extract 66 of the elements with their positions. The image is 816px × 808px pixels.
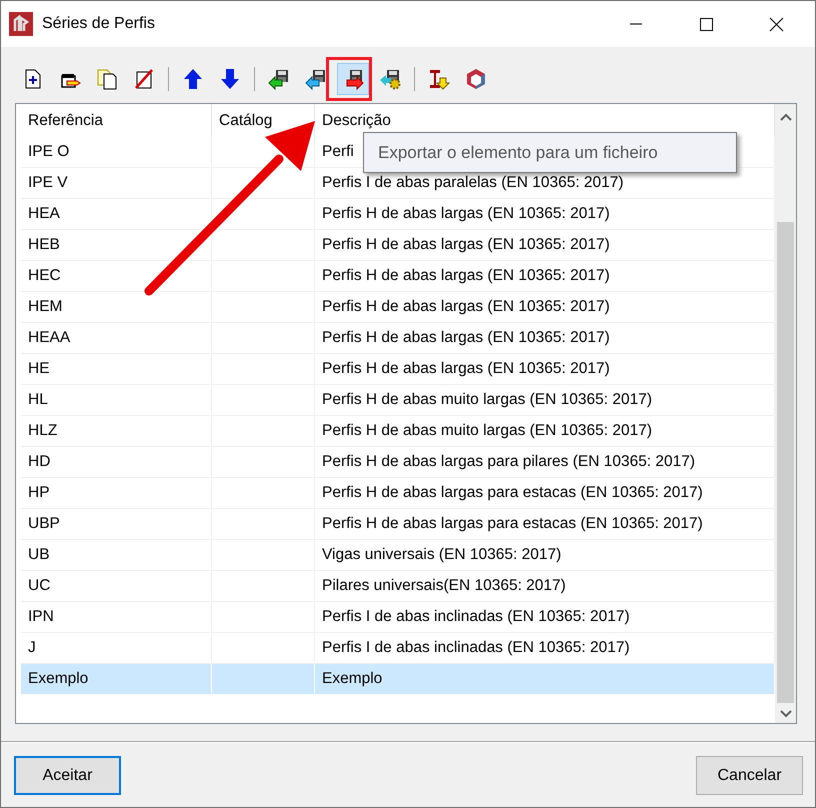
floppy-import-icon — [268, 68, 290, 90]
reference-cell: HE — [21, 354, 212, 385]
reference-cell: IPE V — [21, 168, 212, 199]
description-cell: Perfis H de abas muito largas (EN 10365: 2017) — [315, 416, 775, 447]
table-row[interactable]: HP Perfis H de abas largas para estacas (EN 10365: 2017) — [21, 478, 775, 509]
description-cell: Perfis H de abas largas (EN 10365: 2017) — [315, 230, 775, 261]
table-row[interactable]: Exemplo Exemplo — [21, 664, 775, 695]
reference-cell: HEB — [21, 230, 212, 261]
description-cell: Perfis H de abas largas (EN 10365: 2017) — [315, 199, 775, 230]
highlight-frame — [326, 57, 372, 101]
table-row[interactable]: HEAA Perfis H de abas largas (EN 10365: 2017) — [21, 323, 775, 354]
reference-cell: HP — [21, 478, 212, 509]
description-cell: Perfis I de abas inclinadas (EN 10365: 2017) — [315, 602, 775, 633]
reference-cell: HL — [21, 385, 212, 416]
column-header[interactable]: Referência — [21, 104, 212, 137]
description-cell: Pilares universais(EN 10365: 2017) — [315, 571, 775, 602]
copy-icon — [96, 68, 118, 90]
description-cell: Perfis H de abas largas para estacas (EN 10365: 2017) — [315, 509, 775, 540]
table-row[interactable]: HLZ Perfis H de abas muito largas (EN 10365: 2017) — [21, 416, 775, 447]
reference-cell: IPE O — [21, 137, 212, 168]
reference-cell: UC — [21, 571, 212, 602]
description-cell: Perfis H de abas largas (EN 10365: 2017) — [315, 323, 775, 354]
reference-cell: UB — [21, 540, 212, 571]
accept-button[interactable]: Aceitar — [14, 756, 121, 795]
reference-cell: HEC — [21, 261, 212, 292]
scrollbar-thumb[interactable] — [777, 222, 794, 703]
reference-cell: HEA — [21, 199, 212, 230]
reference-cell: HEM — [21, 292, 212, 323]
table-row[interactable]: HE Perfis H de abas largas (EN 10365: 2017) — [21, 354, 775, 385]
table-row[interactable]: HEC Perfis H de abas largas (EN 10365: 2017) — [21, 261, 775, 292]
table-row[interactable]: HEB Perfis H de abas largas (EN 10365: 2017) — [21, 230, 775, 261]
profile-arrow-icon — [428, 68, 450, 90]
description-cell: Vigas universais (EN 10365: 2017) — [315, 540, 775, 571]
description-cell: Exemplo — [315, 664, 775, 695]
cancel-button[interactable]: Cancelar — [696, 756, 803, 795]
table-row[interactable]: UBP Perfis H de abas largas para estacas (EN 10365: 2017) — [21, 509, 775, 540]
table-row[interactable]: IPN Perfis I de abas inclinadas (EN 10365: 2017) — [21, 602, 775, 633]
reference-cell: Exemplo — [21, 664, 212, 695]
up-arrow-icon — [182, 68, 204, 90]
description-cell: Perfis H de abas largas (EN 10365: 2017) — [315, 261, 775, 292]
description-cell: Perfis H de abas muito largas (EN 10365: 2017) — [315, 385, 775, 416]
description-cell: Perfis H de abas largas para estacas (EN 10365: 2017) — [315, 478, 775, 509]
scrollbar[interactable] — [775, 104, 796, 723]
table-row[interactable]: HL Perfis H de abas muito largas (EN 10365: 2017) — [21, 385, 775, 416]
table-row[interactable]: HEA Perfis H de abas largas (EN 10365: 2017) — [21, 199, 775, 230]
toolbar-button[interactable] — [337, 63, 369, 95]
reference-cell: HLZ — [21, 416, 212, 447]
reference-cell: UBP — [21, 509, 212, 540]
delete-document-icon — [133, 68, 155, 90]
table-row[interactable]: HEM Perfis H de abas largas (EN 10365: 2017) — [21, 292, 775, 323]
table-row[interactable]: UB Vigas universais (EN 10365: 2017) — [21, 540, 775, 571]
app-icon — [9, 12, 33, 36]
table-row[interactable]: HD Perfis H de abas largas para pilares (EN 10365: 2017) — [21, 447, 775, 478]
reference-cell: HD — [21, 447, 212, 478]
down-arrow-icon — [219, 68, 241, 90]
cube-icon — [465, 68, 487, 90]
reference-cell: HEAA — [21, 323, 212, 354]
floppy-import-icon — [305, 68, 327, 90]
table-row[interactable]: UC Pilares universais(EN 10365: 2017) — [21, 571, 775, 602]
description-cell: Perfis H de abas largas para pilares (EN 10365: 2017) — [315, 447, 775, 478]
window-title: Séries de Perfis — [42, 15, 156, 33]
description-cell: Perfis H de abas largas (EN 10365: 2017) — [315, 292, 775, 323]
floppy-gear-icon — [379, 68, 401, 90]
reference-cell: IPN — [21, 602, 212, 633]
tooltip: Exportar o elemento para um ficheiro — [363, 132, 737, 173]
description-cell: Perfis H de abas largas (EN 10365: 2017) — [315, 354, 775, 385]
